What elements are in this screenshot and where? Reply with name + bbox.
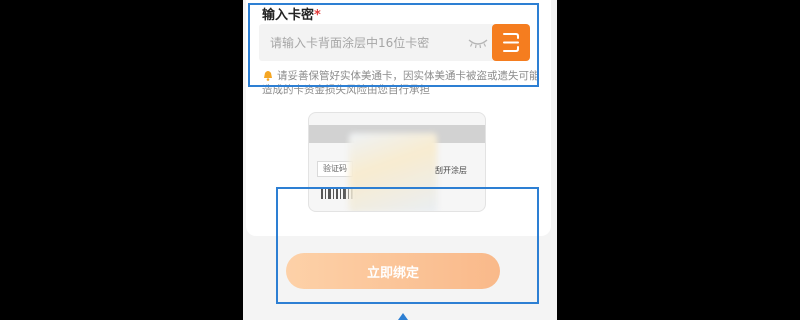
card-password-label: 输入卡密* xyxy=(262,8,321,23)
pointer-arrow-icon xyxy=(398,313,408,320)
bell-icon xyxy=(264,71,272,81)
card-password-input[interactable] xyxy=(259,24,459,61)
card-password-form: 输入卡密* 请妥善保管好实体美通卡，因实体 xyxy=(246,0,551,236)
scan-icon xyxy=(503,33,519,52)
card-back-illustration: 验证码 刮开涂层 xyxy=(308,112,486,212)
required-mark: * xyxy=(314,8,321,23)
phone-screen: 输入卡密* 请妥善保管好实体美通卡，因实体 xyxy=(243,0,557,320)
card-password-input-row xyxy=(259,24,530,61)
scratch-area xyxy=(349,133,437,211)
scan-card-button[interactable] xyxy=(492,24,530,61)
security-notice: 请妥善保管好实体美通卡，因实体美通卡被盗或遗失可能造成的卡资金损失风险由您自行承… xyxy=(262,69,542,97)
bind-now-button[interactable]: 立即绑定 xyxy=(286,253,500,289)
scratch-label: 刮开涂层 xyxy=(435,166,467,175)
verify-code-label: 验证码 xyxy=(317,161,353,177)
card-back-image: 验证码 刮开涂层 xyxy=(308,112,486,212)
security-notice-text: 请妥善保管好实体美通卡，因实体美通卡被盗或遗失可能造成的卡资金损失风险由您自行承… xyxy=(262,70,540,96)
eye-closed-icon[interactable] xyxy=(467,37,489,49)
